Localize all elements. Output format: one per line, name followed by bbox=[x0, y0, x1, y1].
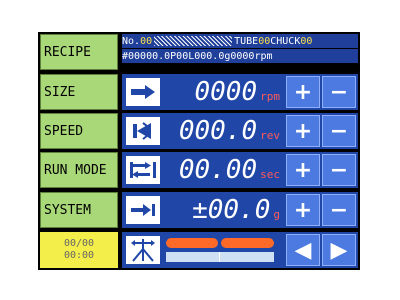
header-no-value: 00 bbox=[140, 35, 153, 47]
g-value: ±00.0 bbox=[192, 195, 271, 225]
g-value-display[interactable]: ±00.0 g bbox=[166, 194, 280, 226]
menu-run-mode-label: RUN MODE bbox=[44, 162, 107, 178]
sec-increase-button[interactable]: + bbox=[286, 154, 320, 186]
balance-left-segment bbox=[166, 238, 218, 248]
revolution-row: 000.0 rev + − bbox=[122, 113, 358, 149]
header-tube-value: 00 bbox=[258, 35, 271, 47]
sec-value-display[interactable]: 00.00 sec bbox=[166, 154, 280, 186]
rev-decrease-button[interactable]: − bbox=[322, 115, 356, 147]
right-arrow-icon: ▶ bbox=[330, 237, 348, 263]
header-chuck-label: CHUCK bbox=[270, 35, 301, 47]
menu-size-label: SIZE bbox=[44, 84, 76, 100]
centrifuge-arms-icon[interactable] bbox=[126, 236, 160, 264]
header-info-line2: #00000.0P00L000.0g0000rpm bbox=[122, 49, 358, 63]
date-time-display: 00/00 00:00 bbox=[40, 232, 118, 268]
speed-rpm-row: 0000 rpm + − bbox=[122, 74, 358, 110]
clock-date: 00/00 bbox=[63, 238, 95, 249]
sec-unit: sec bbox=[260, 168, 280, 181]
rpm-decrease-button[interactable]: − bbox=[322, 76, 356, 108]
rpm-value-display[interactable]: 0000 rpm bbox=[166, 76, 281, 108]
weight-g-row: ±00.0 g + − bbox=[122, 192, 358, 228]
g-decrease-button[interactable]: − bbox=[322, 194, 356, 226]
recipe-name-field bbox=[154, 36, 233, 46]
plus-label: + bbox=[293, 197, 313, 223]
rev-value: 000.0 bbox=[178, 116, 258, 146]
status-row: ◀ ▶ bbox=[122, 232, 358, 268]
g-unit: g bbox=[273, 208, 280, 221]
menu-system-button[interactable]: SYSTEM bbox=[40, 192, 118, 228]
balance-indicator-bar bbox=[166, 238, 274, 248]
rev-unit: rev bbox=[260, 129, 280, 142]
rpm-unit: rpm bbox=[260, 90, 280, 103]
plus-label: + bbox=[293, 157, 313, 183]
menu-system-label: SYSTEM bbox=[44, 202, 91, 218]
sec-value: 00.00 bbox=[178, 155, 258, 185]
progress-center-tick bbox=[219, 252, 220, 262]
rev-value-display[interactable]: 000.0 rev bbox=[166, 115, 280, 147]
menu-size-button[interactable]: SIZE bbox=[40, 74, 118, 110]
header-chuck-value: 00 bbox=[300, 35, 313, 47]
rpm-value: 0000 bbox=[194, 77, 258, 107]
g-increase-button[interactable]: + bbox=[286, 194, 320, 226]
header-info-line1: No. 00 TUBE 00 CHUCK 00 bbox=[122, 34, 358, 48]
clock-time: 00:00 bbox=[63, 250, 95, 261]
minus-label: − bbox=[329, 157, 349, 183]
next-page-button[interactable]: ▶ bbox=[322, 234, 356, 266]
header-summary: #00000.0P00L000.0g0000rpm bbox=[122, 50, 273, 62]
timer-seconds-icon bbox=[126, 156, 160, 184]
left-arrow-icon: ◀ bbox=[294, 237, 312, 263]
previous-page-button[interactable]: ◀ bbox=[286, 234, 320, 266]
menu-recipe-button[interactable]: RECIPE bbox=[40, 34, 118, 70]
menu-recipe-label: RECIPE bbox=[44, 44, 91, 60]
minus-label: − bbox=[329, 118, 349, 144]
sec-decrease-button[interactable]: − bbox=[322, 154, 356, 186]
header-no-label: No. bbox=[122, 35, 141, 47]
minus-label: − bbox=[329, 79, 349, 105]
minus-label: − bbox=[329, 197, 349, 223]
weight-arrow-icon bbox=[126, 196, 160, 224]
balance-right-segment bbox=[221, 238, 274, 248]
rotate-revolution-icon bbox=[126, 117, 160, 145]
rev-increase-button[interactable]: + bbox=[286, 115, 320, 147]
arrow-right-icon bbox=[126, 78, 160, 106]
progress-track bbox=[166, 252, 274, 262]
time-sec-row: 00.00 sec + − bbox=[122, 152, 358, 188]
rpm-increase-button[interactable]: + bbox=[286, 76, 320, 108]
menu-run-mode-button[interactable]: RUN MODE bbox=[40, 152, 118, 188]
plus-label: + bbox=[293, 118, 313, 144]
device-screen: RECIPE SIZE SPEED RUN MODE SYSTEM 00/00 … bbox=[38, 32, 360, 270]
header-tube-label: TUBE bbox=[234, 35, 259, 47]
plus-label: + bbox=[293, 79, 313, 105]
menu-speed-label: SPEED bbox=[44, 123, 84, 139]
menu-speed-button[interactable]: SPEED bbox=[40, 113, 118, 149]
